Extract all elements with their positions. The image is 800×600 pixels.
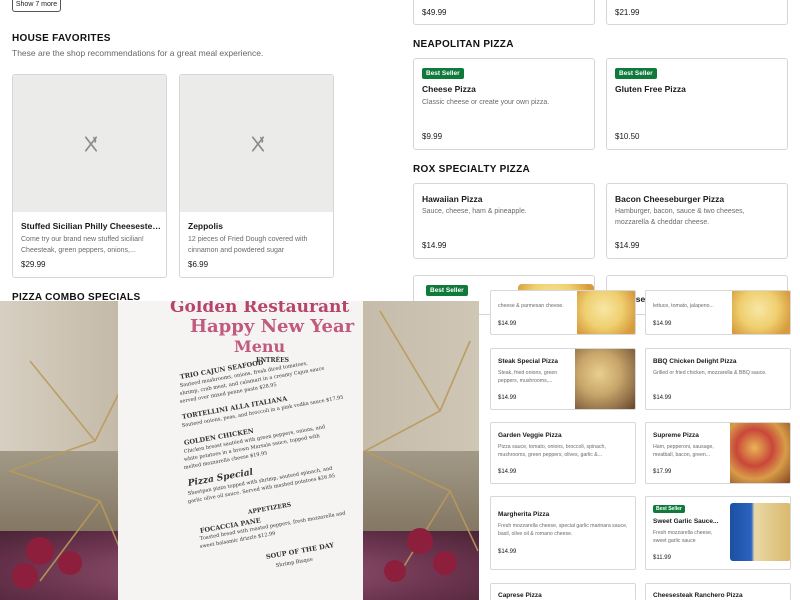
soda-and-pizza-image <box>730 503 790 561</box>
neapolitan-title: NEAPOLITAN PIZZA <box>413 39 514 50</box>
item-price: $11.99 <box>653 555 671 561</box>
house-favorites-subtitle: These are the shop recommendations for a… <box>12 48 264 58</box>
item-name: Margherita Pizza <box>498 511 550 518</box>
pizza-image <box>730 423 790 483</box>
item-name: Gluten Free Pizza <box>615 84 686 94</box>
item-name: Hawaiian Pizza <box>422 194 483 204</box>
item-name: Sweet Garlic Sauce... <box>653 518 719 525</box>
item-price: $49.99 <box>422 8 447 17</box>
best-seller-badge: Best Seller <box>426 285 468 296</box>
item-desc: Sauce, cheese, ham & pineapple. <box>422 208 527 215</box>
item-name: Garden Veggie Pizza <box>498 432 562 439</box>
favorite-price: $6.99 <box>188 260 209 269</box>
item-desc: Ham, pepperoni, sausage, meatball, bacon… <box>653 444 714 459</box>
menu-title-line2: Menu <box>234 337 286 356</box>
utensils-icon <box>84 135 97 152</box>
item-name: Steak Special Pizza <box>498 358 558 365</box>
item-price: $17.99 <box>653 469 672 475</box>
item-desc: Fresh mozzarella cheese, special garlic … <box>498 523 628 538</box>
menu-item-gluten-free-pizza[interactable]: Best Seller Gluten Free Pizza $10.50 <box>606 58 788 150</box>
favorite-name: Zeppolis <box>188 221 223 231</box>
favorite-price: $29.99 <box>21 260 46 269</box>
house-favorites-title: HOUSE FAVORITES <box>12 33 111 44</box>
best-seller-badge: Best Seller <box>615 68 657 79</box>
item-price: $10.50 <box>615 132 640 141</box>
mini-item-caprese[interactable]: Caprese Pizza <box>490 583 636 600</box>
mini-item-bbq-chicken[interactable]: BBQ Chicken Delight Pizza Grilled or fri… <box>645 348 791 410</box>
favorite-desc: Come try our brand new stuffed sicilian!… <box>21 236 144 254</box>
placeholder-image <box>180 75 333 212</box>
menu-photo: Golden Restaurant Happy New Year Menu EN… <box>0 301 479 600</box>
item-desc: cheese & parmesan cheese. <box>498 303 564 309</box>
favorite-card-zeppolis[interactable]: Zeppolis 12 pieces of Fried Dough covere… <box>179 74 334 278</box>
best-seller-badge: Best Seller <box>422 68 464 79</box>
item-desc: Classic cheese or create your own pizza. <box>422 99 550 106</box>
item-name: Supreme Pizza <box>653 432 699 439</box>
favorite-desc: 12 pieces of Fried Dough covered with ci… <box>188 236 308 254</box>
menu-line: APPETIZERS <box>247 501 292 516</box>
item-price: $14.99 <box>498 395 517 401</box>
mini-item-card[interactable]: lettuce, tomato, jalapeno... $14.99 <box>645 290 791 335</box>
mini-item-sweet-garlic[interactable]: Best Seller Sweet Garlic Sauce... Fresh … <box>645 496 791 570</box>
item-name: Cheesesteak Ranchero Pizza <box>653 592 743 599</box>
item-name: Caprese Pizza <box>498 592 542 599</box>
item-desc: Steak, fried onions, green peppers, mush… <box>498 370 558 385</box>
item-desc: Pizza sauce, tomato, onions, broccoli, s… <box>498 444 606 459</box>
placeholder-image <box>13 75 166 212</box>
menu-item-card[interactable]: $21.99 <box>606 0 788 25</box>
mini-item-steak-special[interactable]: Steak Special Pizza Steak, fried onions,… <box>490 348 636 410</box>
paper-menu: Golden Restaurant Happy New Year Menu EN… <box>118 301 363 600</box>
menu-item-bacon-cheeseburger-pizza[interactable]: Bacon Cheeseburger Pizza Hamburger, baco… <box>606 183 788 259</box>
pizza-image <box>577 291 635 334</box>
best-seller-badge: Best Seller <box>653 505 685 513</box>
item-price: $14.99 <box>498 469 517 475</box>
item-name: BBQ Chicken Delight Pizza <box>653 358 737 365</box>
item-price: $14.99 <box>422 241 447 250</box>
mini-item-garden-veggie[interactable]: Garden Veggie Pizza Pizza sauce, tomato,… <box>490 422 636 484</box>
item-price: $14.99 <box>653 321 672 327</box>
menu-sign-title: Golden Restaurant <box>170 301 350 317</box>
item-price: $21.99 <box>615 8 640 17</box>
pizza-image <box>732 291 790 334</box>
menu-title-line1: Happy New Year <box>190 316 355 337</box>
utensils-icon <box>251 135 264 152</box>
item-price: $14.99 <box>498 321 517 327</box>
item-price: $14.99 <box>498 549 517 555</box>
item-desc: Fresh mozzarella cheese, sweet garlic sa… <box>653 530 713 545</box>
mini-item-supreme[interactable]: Supreme Pizza Ham, pepperoni, sausage, m… <box>645 422 791 484</box>
menu-line: Shrimp Bisque <box>275 556 314 569</box>
rox-specialty-title: ROX SPECIALTY PIZZA <box>413 164 531 175</box>
item-name: Bacon Cheeseburger Pizza <box>615 194 725 204</box>
favorite-card-stuffed-sicilian[interactable]: Stuffed Sicilian Philly Cheesesteak Piz.… <box>12 74 167 278</box>
mini-item-cheesesteak-ranchero[interactable]: Cheesesteak Ranchero Pizza <box>645 583 791 600</box>
item-desc: Hamburger, bacon, sauce & two cheeses, m… <box>615 208 745 226</box>
item-price: $14.99 <box>653 395 672 401</box>
menu-item-hawaiian-pizza[interactable]: Hawaiian Pizza Sauce, cheese, ham & pine… <box>413 183 595 259</box>
item-price: $9.99 <box>422 132 443 141</box>
pizza-image <box>575 349 635 409</box>
favorite-name: Stuffed Sicilian Philly Cheesesteak Piz.… <box>21 221 161 231</box>
item-name: Cheese Pizza <box>422 84 476 94</box>
item-price: $14.99 <box>615 241 640 250</box>
mini-item-margherita[interactable]: Margherita Pizza Fresh mozzarella cheese… <box>490 496 636 570</box>
item-desc: lettuce, tomato, jalapeno... <box>653 303 714 309</box>
item-desc: Grilled or fried chicken, mozzarella & B… <box>653 370 767 376</box>
menu-item-cheese-pizza[interactable]: Best Seller Cheese Pizza Classic cheese … <box>413 58 595 150</box>
mini-item-card[interactable]: cheese & parmesan cheese. $14.99 <box>490 290 636 335</box>
show-more-button[interactable]: Show 7 more <box>12 0 61 12</box>
menu-item-card[interactable]: $49.99 <box>413 0 595 25</box>
